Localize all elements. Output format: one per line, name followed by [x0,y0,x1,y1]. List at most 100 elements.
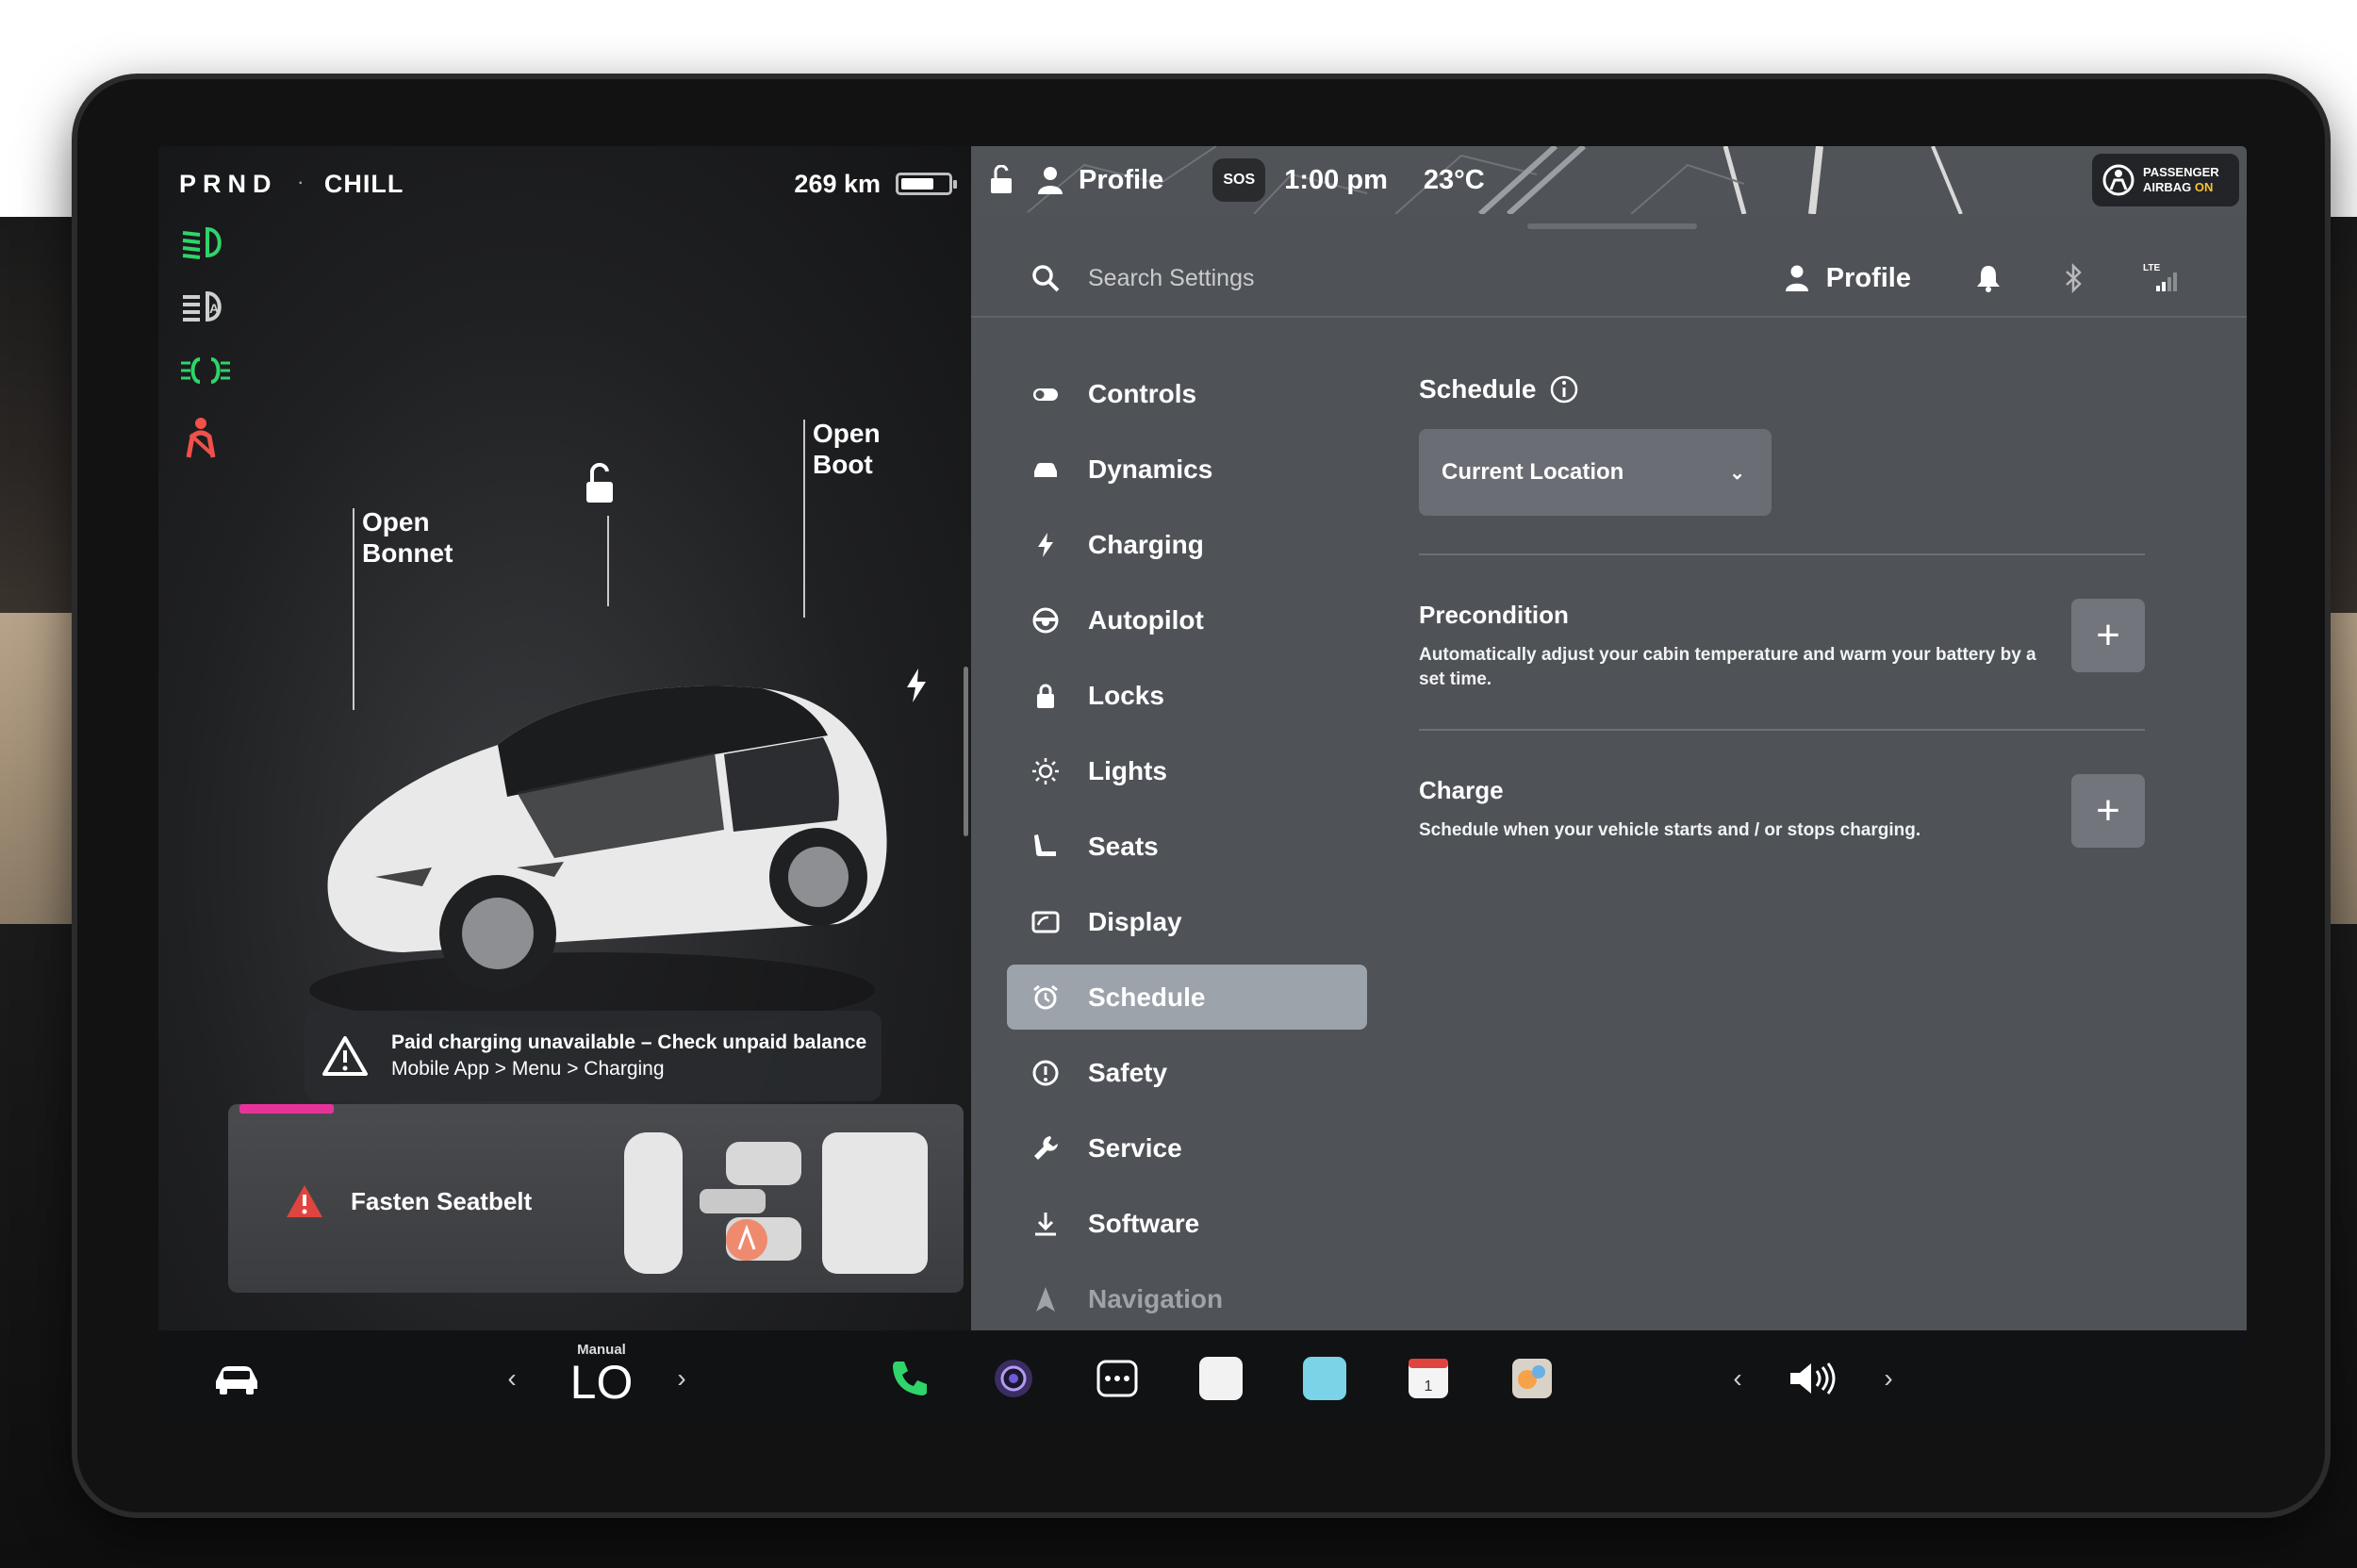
temp-up-arrow[interactable]: › [668,1345,696,1411]
warning-triangle-icon [321,1034,369,1078]
open-bonnet-label[interactable]: Open Bonnet [362,506,453,569]
profile-button[interactable]: Profile [1785,263,1911,294]
battery-icon [896,173,957,195]
toggle-icon [1031,380,1060,408]
unlock-icon[interactable] [581,462,618,504]
charge-description: Schedule when your vehicle starts and / … [1419,820,1921,840]
svg-text:1: 1 [1425,1378,1433,1395]
chevron-left-icon: ‹ [507,1363,517,1393]
menu-item-locks[interactable]: Locks [1007,663,1367,728]
menu-item-lights[interactable]: Lights [1007,738,1367,803]
precondition-section: Precondition Automatically adjust your c… [1419,555,2145,729]
calendar-icon[interactable]: 1 [1395,1345,1461,1411]
airbag-line2: AIRBAG [2143,180,2192,194]
clock: 1:00 pm [1284,164,1388,195]
add-charge-button[interactable]: + [2071,774,2145,848]
open-boot-line1: Open [813,419,881,448]
climate-control[interactable]: Manual LO [545,1342,658,1417]
phone-icon[interactable] [877,1345,943,1411]
unlock-status-icon[interactable] [988,165,1014,195]
navigation-arrow-icon [1031,1285,1060,1313]
person-icon [1038,167,1063,194]
panel-pull-handle[interactable] [1527,223,1697,229]
chevron-right-icon: › [677,1363,686,1393]
notification-accent-bar [239,1104,334,1114]
top-profile-label: Profile [1079,164,1164,195]
menu-item-label: Charging [1088,529,1204,559]
menu-item-label: Schedule [1088,982,1206,1012]
menu-item-autopilot[interactable]: Autopilot [1007,587,1367,652]
bluetooth-icon[interactable] [2058,263,2088,293]
settings-menu: Controls Dynamics Charging Autopilot Locks Li… [1007,361,1367,1342]
car-icon [1031,455,1060,484]
open-boot-label[interactable]: Open Boot [813,418,881,480]
warning-triangle-icon [285,1183,324,1219]
seat-occupancy-diagram [624,1123,945,1283]
parking-lights-icon [179,352,236,397]
menu-item-navigation[interactable]: Navigation [1007,1266,1367,1331]
volume-down-arrow[interactable]: ‹ [1723,1345,1752,1411]
seat-icon [1031,833,1060,861]
menu-item-seats[interactable]: Seats [1007,814,1367,879]
add-precondition-button[interactable]: + [2071,599,2145,672]
menu-item-label: Locks [1088,680,1164,710]
airbag-line1: PASSENGER [2143,165,2219,179]
sos-button[interactable]: SOS [1212,158,1266,202]
camera-icon[interactable] [981,1345,1047,1411]
precondition-description: Automatically adjust your cabin temperat… [1419,645,2036,689]
info-icon[interactable] [1549,374,1579,404]
menu-item-label: Dynamics [1088,454,1213,484]
location-value: Current Location [1442,459,1624,485]
chevron-down-icon: ⌄ [1729,462,1745,484]
menu-item-label: Software [1088,1208,1200,1238]
temp-down-arrow[interactable]: ‹ [498,1345,526,1411]
search-settings-input[interactable] [1088,259,1654,297]
precondition-title: Precondition [1419,601,1569,629]
profile-status[interactable]: Profile [1037,165,1163,196]
search-icon[interactable] [1031,264,1060,292]
location-dropdown[interactable]: Current Location ⌄ [1419,429,1772,516]
airbag-on-status: ON [2194,180,2214,194]
bell-icon[interactable] [1973,263,2003,293]
schedule-heading: Schedule [1419,361,2145,418]
menu-item-label: Seats [1088,831,1159,861]
seatbelt-row: Fasten Seatbelt [285,1183,532,1219]
menu-item-display[interactable]: Display [1007,889,1367,954]
volume-up-arrow[interactable]: › [1874,1345,1903,1411]
sun-icon [1031,757,1060,785]
bolt-icon [1031,531,1060,559]
lte-signal-icon: LTE [2143,263,2181,293]
bluetooth-app-icon[interactable] [1292,1345,1358,1411]
gear-indicator: PRND [179,169,278,198]
menu-item-software[interactable]: Software [1007,1191,1367,1256]
more-apps-icon[interactable] [1084,1345,1150,1411]
menu-item-label: Lights [1088,755,1167,785]
speaker-icon[interactable] [1780,1345,1846,1411]
menu-item-schedule[interactable]: Schedule [1007,965,1367,1030]
menu-item-safety[interactable]: Safety [1007,1040,1367,1105]
menu-item-label: Controls [1088,378,1197,408]
schedule-content: Schedule Current Location ⌄ Precondition… [1419,361,2145,904]
menu-item-dynamics[interactable]: Dynamics [1007,437,1367,502]
menu-item-service[interactable]: Service [1007,1115,1367,1180]
menu-item-controls[interactable]: Controls [1007,361,1367,426]
seatbelt-notification-card[interactable]: Fasten Seatbelt [228,1104,964,1293]
profile-label: Profile [1825,262,1911,293]
touchscreen: PRND · CHILL 269 km A Open Bonnet Open B… [158,146,2247,1427]
menu-item-charging[interactable]: Charging [1007,512,1367,577]
download-icon [1031,1210,1060,1238]
car-icon[interactable] [204,1345,270,1411]
vehicle-model-image [272,594,913,1037]
notes-app-icon[interactable] [1188,1345,1254,1411]
airbag-icon [2102,164,2134,196]
seatbelt-warning-icon [179,416,236,461]
fasten-seatbelt-text: Fasten Seatbelt [351,1186,533,1215]
lock-icon [1031,682,1060,710]
charge-section: Charge Schedule when your vehicle starts… [1419,731,2145,904]
toybox-icon[interactable] [1499,1345,1565,1411]
charging-alert-banner[interactable]: Paid charging unavailable – Check unpaid… [305,1011,882,1101]
map-background-strip[interactable]: Profile SOS 1:00 pm 23°C PASSENGER AIRBA… [971,146,2247,214]
open-boot-line2: Boot [813,450,873,479]
car-status-panel: PRND · CHILL 269 km A Open Bonnet Open B… [158,146,971,1330]
left-scrollbar[interactable] [964,667,968,836]
